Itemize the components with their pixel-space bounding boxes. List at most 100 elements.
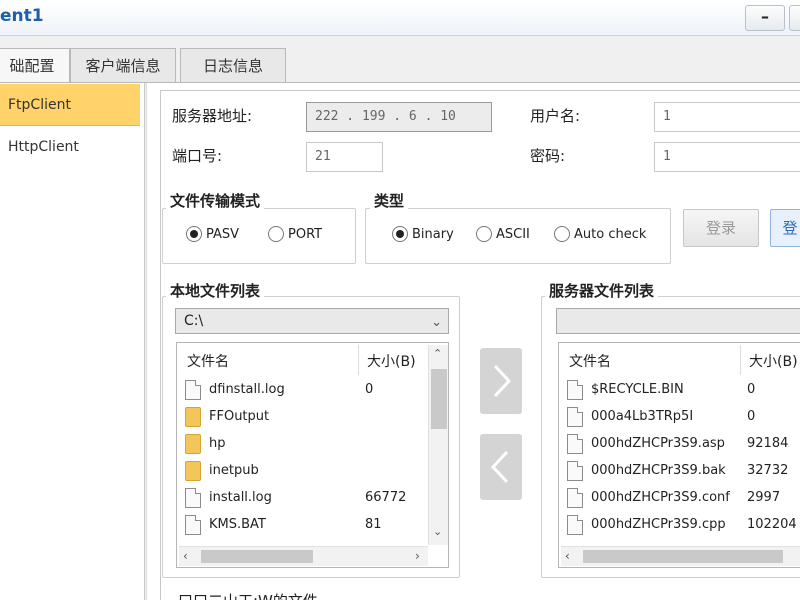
radio-unselected-icon bbox=[554, 226, 570, 242]
radio-pasv[interactable]: PASV bbox=[186, 226, 239, 242]
table-row[interactable]: 000hdZHCPr3S9.asp 92184 bbox=[567, 430, 800, 457]
server-col-size[interactable]: 大小(B) bbox=[749, 351, 798, 371]
table-row[interactable]: FFOutput bbox=[185, 403, 427, 430]
file-icon bbox=[567, 460, 583, 481]
tab-client-info[interactable]: 客户端信息 bbox=[70, 48, 176, 82]
radio-port[interactable]: PORT bbox=[268, 226, 322, 242]
file-name: FFOutput bbox=[209, 409, 270, 424]
transfer-mode-title: 文件传输模式 bbox=[166, 190, 265, 211]
file-name: KMS.BAT bbox=[209, 517, 266, 532]
table-row[interactable]: install.log 66772 bbox=[185, 484, 427, 511]
file-size: 81 bbox=[365, 517, 382, 532]
radio-binary-label: Binary bbox=[412, 226, 454, 242]
table-row[interactable]: hp bbox=[185, 430, 427, 457]
port-input[interactable]: 21 bbox=[306, 142, 383, 172]
file-name: install.log bbox=[209, 490, 272, 505]
table-row[interactable]: 000hdZHCPr3S9.conf 2997 bbox=[567, 484, 800, 511]
footer-note: 口口二山工:W的文件 bbox=[178, 590, 318, 600]
file-name: dfinstall.log bbox=[209, 382, 285, 397]
local-path-value: C:\ bbox=[184, 313, 204, 329]
file-size: 92184 bbox=[747, 436, 789, 451]
server-ip-input[interactable]: 222 . 199 . 6 . 10 bbox=[306, 102, 492, 132]
scrollbar-thumb[interactable] bbox=[583, 550, 783, 563]
scroll-left-icon[interactable]: ‹ bbox=[565, 549, 570, 563]
server-address-label: 服务器地址: bbox=[172, 107, 253, 125]
file-icon bbox=[567, 514, 583, 535]
file-icon bbox=[567, 406, 583, 427]
table-row[interactable]: dfinstall.log 0 bbox=[185, 376, 427, 403]
radio-selected-icon bbox=[186, 226, 202, 242]
vertical-scrollbar[interactable]: ⌃ ⌄ bbox=[428, 345, 448, 545]
sidebar-item-ftpclient[interactable]: FtpClient bbox=[0, 84, 140, 126]
login-button[interactable]: 登录 bbox=[683, 209, 759, 247]
maximize-button[interactable] bbox=[789, 5, 800, 31]
radio-binary[interactable]: Binary bbox=[392, 226, 454, 242]
minimize-button[interactable]: – bbox=[745, 5, 785, 31]
file-name: 000hdZHCPr3S9.cpp bbox=[591, 517, 726, 532]
file-icon bbox=[185, 379, 201, 400]
sidebar-item-httpclient[interactable]: HttpClient bbox=[0, 126, 140, 168]
table-row[interactable]: KMS.BAT 81 bbox=[185, 511, 427, 538]
chevron-down-icon: ⌄ bbox=[431, 315, 442, 330]
radio-pasv-label: PASV bbox=[206, 226, 240, 242]
radio-unselected-icon bbox=[268, 226, 284, 242]
table-row[interactable]: 000hdZHCPr3S9.bak 32732 bbox=[567, 457, 800, 484]
table-row[interactable]: 000hdZHCPr3S9.cpp 102204 bbox=[567, 511, 800, 538]
scroll-left-icon[interactable]: ‹ bbox=[183, 549, 188, 563]
horizontal-scrollbar[interactable]: ‹ bbox=[561, 546, 800, 566]
radio-auto-check[interactable]: Auto check bbox=[554, 226, 646, 242]
server-file-list[interactable]: 文件名 大小(B) $RECYCLE.BIN 0 000a4Lb3TRp5I 0 0… bbox=[558, 342, 800, 568]
scroll-up-icon[interactable]: ⌃ bbox=[433, 347, 442, 360]
password-label: 密码: bbox=[530, 147, 566, 165]
table-row[interactable]: $RECYCLE.BIN 0 bbox=[567, 376, 800, 403]
file-name: 000hdZHCPr3S9.conf bbox=[591, 490, 730, 505]
title-bar bbox=[0, 0, 800, 36]
password-input[interactable]: 1 bbox=[654, 142, 800, 172]
local-col-size[interactable]: 大小(B) bbox=[367, 351, 416, 371]
column-divider bbox=[740, 345, 741, 375]
local-file-list[interactable]: 文件名 大小(B) dfinstall.log 0 FFOutput hp ine… bbox=[176, 342, 449, 568]
username-label: 用户名: bbox=[530, 107, 581, 125]
scroll-down-icon[interactable]: ⌄ bbox=[433, 525, 442, 538]
radio-port-label: PORT bbox=[288, 226, 323, 242]
file-size: 66772 bbox=[365, 490, 407, 505]
radio-selected-icon bbox=[392, 226, 408, 242]
port-label: 端口号: bbox=[172, 147, 223, 165]
file-size: 2997 bbox=[747, 490, 781, 505]
file-name: hp bbox=[209, 436, 226, 451]
file-icon bbox=[185, 514, 201, 535]
tab-basic-config[interactable]: 础配置 bbox=[0, 48, 70, 82]
local-col-name[interactable]: 文件名 bbox=[187, 351, 229, 371]
second-button[interactable]: 登 bbox=[770, 209, 800, 247]
file-name: 000hdZHCPr3S9.asp bbox=[591, 436, 725, 451]
file-name: 000hdZHCPr3S9.bak bbox=[591, 463, 726, 478]
radio-ascii-label: ASCII bbox=[496, 226, 530, 242]
folder-icon bbox=[185, 460, 201, 481]
upload-button[interactable] bbox=[480, 348, 522, 414]
scrollbar-thumb[interactable] bbox=[431, 369, 447, 429]
server-col-name[interactable]: 文件名 bbox=[569, 351, 611, 371]
local-rows: dfinstall.log 0 FFOutput hp inetpub insta… bbox=[185, 376, 427, 538]
radio-ascii[interactable]: ASCII bbox=[476, 226, 530, 242]
file-icon bbox=[567, 487, 583, 508]
tab-log-info[interactable]: 日志信息 bbox=[180, 48, 286, 82]
scrollbar-thumb[interactable] bbox=[201, 550, 313, 563]
download-button[interactable] bbox=[480, 434, 522, 500]
chevron-left-icon bbox=[490, 450, 509, 484]
file-name: $RECYCLE.BIN bbox=[591, 382, 684, 397]
column-divider bbox=[358, 345, 359, 375]
horizontal-scrollbar[interactable]: ‹ › bbox=[179, 546, 428, 566]
username-input[interactable]: 1 bbox=[654, 102, 800, 132]
scroll-right-icon[interactable]: › bbox=[415, 549, 420, 563]
type-title: 类型 bbox=[370, 190, 409, 211]
local-path-select[interactable]: C:\ ⌄ bbox=[175, 308, 449, 334]
file-icon bbox=[567, 379, 583, 400]
server-path-select[interactable] bbox=[556, 308, 800, 334]
file-size: 0 bbox=[747, 382, 756, 397]
file-icon bbox=[567, 433, 583, 454]
table-row[interactable]: inetpub bbox=[185, 457, 427, 484]
chevron-right-icon bbox=[493, 364, 512, 398]
file-name: 000a4Lb3TRp5I bbox=[591, 409, 694, 424]
folder-icon bbox=[185, 406, 201, 427]
table-row[interactable]: 000a4Lb3TRp5I 0 bbox=[567, 403, 800, 430]
